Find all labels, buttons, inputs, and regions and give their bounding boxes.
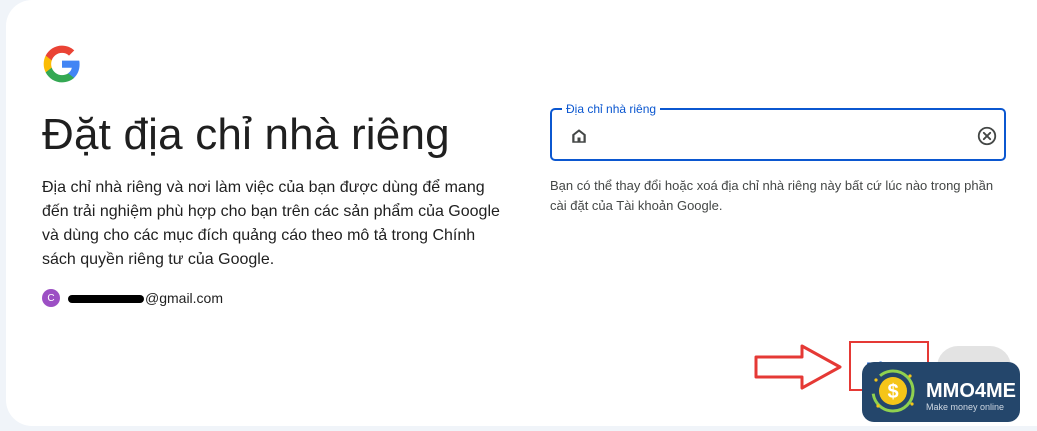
account-email: @gmail.com (68, 290, 223, 306)
email-suffix: @gmail.com (145, 290, 224, 306)
watermark-tagline: Make money online (926, 402, 1005, 412)
watermark-badge: $ MMO4ME Make money online (862, 362, 1020, 422)
home-address-label: Địa chỉ nhà riêng (562, 101, 661, 117)
page-description: Địa chỉ nhà riêng và nơi làm việc của bạ… (42, 179, 500, 268)
page-title: Đặt địa chỉ nhà riêng (42, 110, 450, 159)
arrow-right-icon (754, 344, 842, 390)
home-address-input[interactable] (596, 120, 970, 152)
account-chip: C @gmail.com (42, 288, 223, 308)
watermark-brand: MMO4ME (926, 380, 1016, 402)
dollar-coin-icon: $ (871, 369, 915, 413)
email-redaction (68, 295, 144, 304)
google-logo-icon (43, 45, 80, 83)
svg-text:$: $ (887, 381, 898, 403)
home-icon (572, 129, 586, 143)
home-address-field[interactable]: Địa chỉ nhà riêng (550, 101, 1006, 161)
home-address-helper: Bạn có thể thay đổi hoặc xoá địa chỉ nhà… (550, 178, 994, 213)
avatar: C (42, 289, 60, 307)
clear-icon[interactable] (976, 125, 998, 147)
